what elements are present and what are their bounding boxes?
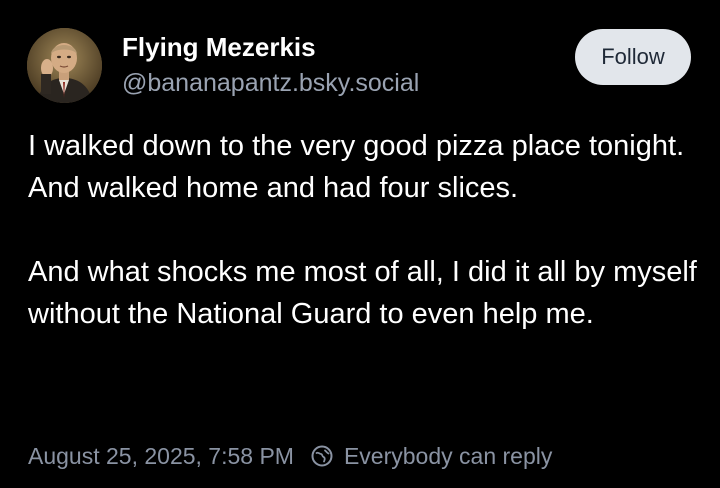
post-text: I walked down to the very good pizza pla… — [28, 125, 700, 335]
timestamp[interactable]: August 25, 2025, 7:58 PM — [28, 443, 294, 470]
post-card: Flying Mezerkis @bananapantz.bsky.social… — [0, 0, 720, 488]
handle[interactable]: @bananapantz.bsky.social — [122, 69, 419, 98]
post-paragraph: I walked down to the very good pizza pla… — [28, 130, 685, 204]
display-name[interactable]: Flying Mezerkis — [122, 32, 316, 63]
post-paragraph: And what shocks me most of all, I did it… — [28, 256, 697, 330]
portrait-avatar-icon — [27, 28, 102, 103]
post-meta: August 25, 2025, 7:58 PM Everybody can r… — [28, 441, 552, 471]
reply-setting[interactable]: Everybody can reply — [310, 443, 552, 470]
avatar[interactable] — [27, 28, 102, 103]
reply-setting-label: Everybody can reply — [343, 442, 553, 469]
globe-icon — [310, 444, 334, 468]
follow-button[interactable]: Follow — [575, 29, 691, 85]
